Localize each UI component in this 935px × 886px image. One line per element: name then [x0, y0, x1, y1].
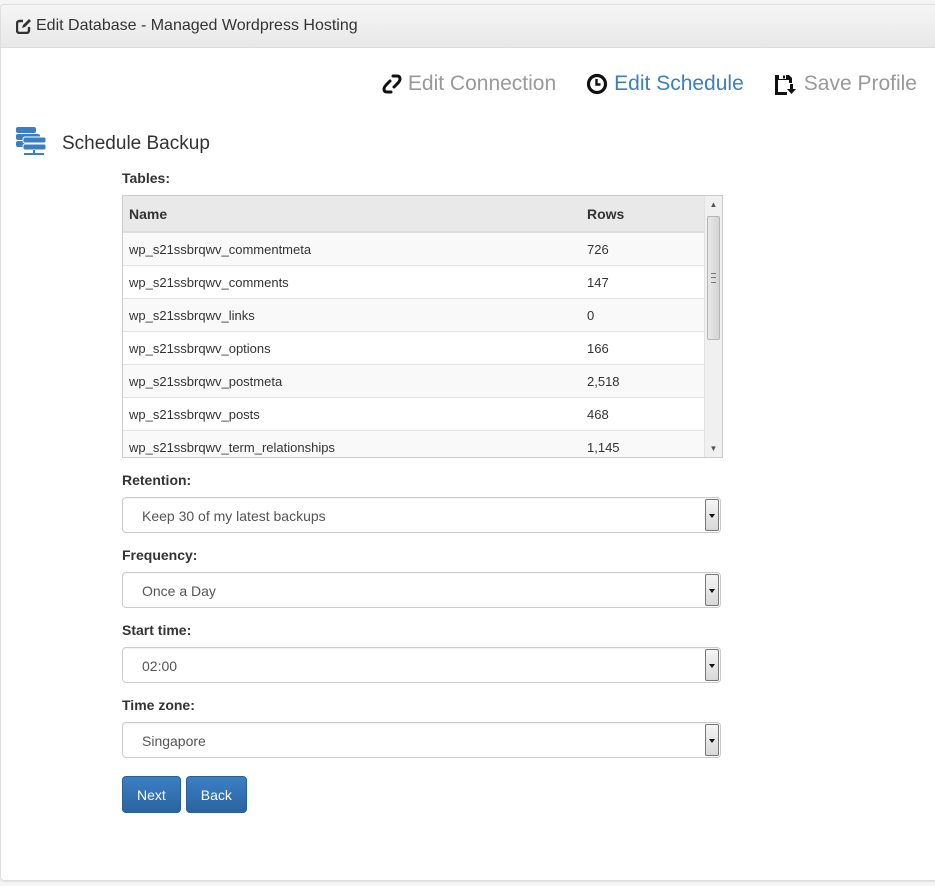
- table-name-cell: wp_s21ssbrqwv_postmeta: [123, 364, 581, 398]
- table-row[interactable]: wp_s21ssbrqwv_options 166: [123, 331, 705, 365]
- start-time-value: 02:00: [142, 658, 178, 674]
- table-name-cell: wp_s21ssbrqwv_posts: [123, 397, 581, 431]
- form-actions: Next Back: [122, 776, 722, 813]
- scrollbar-thumb[interactable]: [707, 216, 720, 340]
- edit-icon: [15, 18, 32, 35]
- time-zone-value: Singapore: [142, 733, 206, 749]
- save-profile-tab[interactable]: Save Profile: [774, 72, 917, 96]
- panel-heading: Edit Database - Managed Wordpress Hostin…: [1, 5, 935, 48]
- table-row[interactable]: wp_s21ssbrqwv_postmeta 2,518: [123, 364, 705, 398]
- table-row[interactable]: wp_s21ssbrqwv_comments 147: [123, 265, 705, 299]
- table-rows-cell: 468: [581, 397, 705, 431]
- table-name-cell: wp_s21ssbrqwv_comments: [123, 265, 581, 299]
- retention-label: Retention:: [122, 472, 192, 488]
- toolbar: Edit Connection Edit Schedule Save Profi…: [382, 72, 917, 96]
- time-zone-label: Time zone:: [122, 697, 195, 713]
- table-header-row: Name Rows: [123, 196, 705, 233]
- back-button[interactable]: Back: [185, 776, 247, 813]
- table-row[interactable]: wp_s21ssbrqwv_links 0: [123, 298, 705, 332]
- panel-title: Edit Database - Managed Wordpress Hostin…: [36, 17, 358, 34]
- schedule-form: Tables: Name Rows wp_s21ssbrqwv_commentm…: [122, 170, 723, 813]
- column-header-rows[interactable]: Rows: [581, 196, 705, 233]
- retention-value: Keep 30 of my latest backups: [142, 508, 326, 524]
- table-name-cell: wp_s21ssbrqwv_options: [123, 331, 581, 365]
- edit-schedule-label: Edit Schedule: [614, 72, 744, 95]
- frequency-select[interactable]: Once a Day: [122, 572, 721, 608]
- table-rows-cell: 726: [581, 231, 705, 266]
- clock-icon: [586, 73, 608, 95]
- chevron-down-icon[interactable]: [705, 574, 719, 606]
- table-row[interactable]: wp_s21ssbrqwv_commentmeta 726: [123, 231, 705, 266]
- scroll-down-arrow-icon[interactable]: ▼: [705, 440, 722, 457]
- time-zone-select[interactable]: Singapore: [122, 722, 721, 758]
- section-title: Schedule Backup: [62, 133, 210, 154]
- table-rows-cell: 1,145: [581, 430, 705, 457]
- table-name-cell: wp_s21ssbrqwv_term_relationships: [123, 430, 581, 457]
- table-rows-cell: 0: [581, 298, 705, 332]
- column-header-name[interactable]: Name: [123, 196, 581, 233]
- table-name-cell: wp_s21ssbrqwv_links: [123, 298, 581, 332]
- frequency-value: Once a Day: [142, 583, 216, 599]
- table-scrollbar[interactable]: ▲ ▼: [704, 196, 722, 457]
- table-rows-cell: 147: [581, 265, 705, 299]
- table-rows-cell: 2,518: [581, 364, 705, 398]
- retention-select[interactable]: Keep 30 of my latest backups: [122, 497, 721, 533]
- frequency-label: Frequency:: [122, 547, 198, 563]
- edit-schedule-tab[interactable]: Edit Schedule: [586, 72, 744, 96]
- scroll-up-arrow-icon[interactable]: ▲: [705, 196, 722, 213]
- save-profile-label: Save Profile: [803, 72, 917, 95]
- save-icon: [774, 73, 798, 95]
- edit-connection-tab[interactable]: Edit Connection: [382, 72, 556, 96]
- table-name-cell: wp_s21ssbrqwv_commentmeta: [123, 231, 581, 266]
- start-time-select[interactable]: 02:00: [122, 647, 721, 683]
- chevron-down-icon[interactable]: [705, 724, 719, 756]
- chevron-down-icon[interactable]: [705, 499, 719, 531]
- tables-table: Name Rows wp_s21ssbrqwv_commentmeta 726 wp…: [123, 196, 705, 457]
- link-icon: [382, 73, 402, 95]
- chevron-down-icon[interactable]: [705, 649, 719, 681]
- table-row[interactable]: wp_s21ssbrqwv_posts 468: [123, 397, 705, 431]
- tables-label: Tables:: [122, 170, 170, 186]
- next-button[interactable]: Next: [122, 776, 181, 813]
- tables-list: Name Rows wp_s21ssbrqwv_commentmeta 726 wp…: [122, 195, 723, 458]
- server-icon: [14, 126, 62, 162]
- edit-connection-label: Edit Connection: [407, 72, 557, 95]
- table-row[interactable]: wp_s21ssbrqwv_term_relationships 1,145: [123, 430, 705, 457]
- start-time-label: Start time:: [122, 622, 192, 638]
- section-heading: Schedule Backup: [14, 126, 210, 162]
- table-rows-cell: 166: [581, 331, 705, 365]
